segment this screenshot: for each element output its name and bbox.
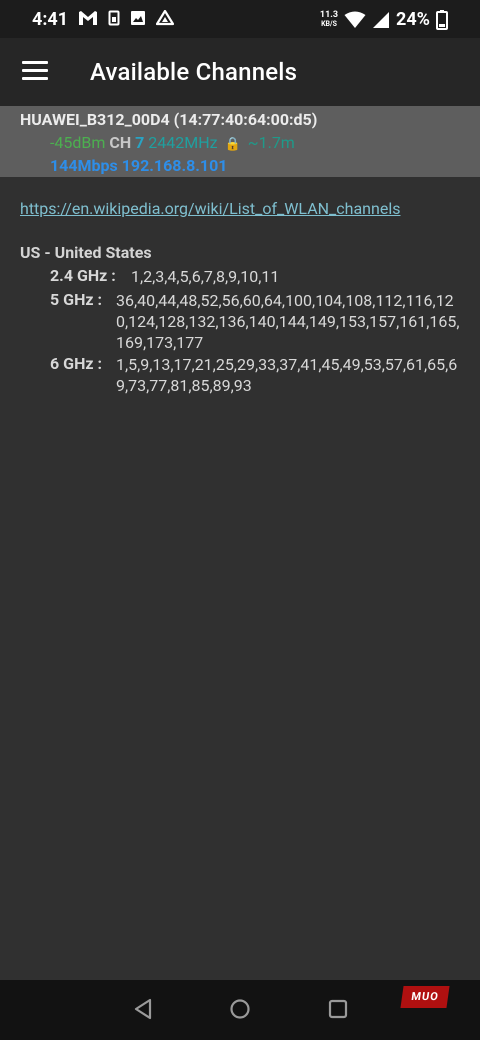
network-ssid: HUAWEI_B312_00D4 (14:77:40:64:00:d5) — [20, 110, 318, 129]
page-title: Available Channels — [90, 58, 298, 86]
sim-icon — [108, 10, 120, 26]
frequency: 2442MHz — [148, 133, 218, 152]
system-nav-bar: MUO — [0, 980, 480, 1040]
cell-signal-icon — [373, 11, 390, 28]
network-list-item[interactable]: HUAWEI_B312_00D4 (14:77:40:64:00:d5) -45… — [0, 106, 480, 177]
band-channels: 1,5,9,13,17,21,25,29,33,37,41,45,49,53,5… — [116, 355, 458, 395]
band-row-5ghz: 5 GHz : 36,40,44,48,52,56,60,64,100,104,… — [50, 290, 462, 354]
status-icons: 11.3 KB/S 24% — [320, 9, 448, 30]
battery-icon — [436, 9, 448, 30]
band-label: 5 GHz : — [50, 290, 102, 309]
gallery-icon — [131, 11, 145, 25]
band-label: 2.4 GHz : — [50, 266, 116, 285]
network-details: -45dBm CH 7 2442MHz 🔒 ~1.7m — [50, 133, 295, 152]
band-row-2-4ghz: 2.4 GHz : 1,2,3,4,5,6,7,8,9,10,11 — [50, 266, 450, 288]
country-name: US - United States — [20, 243, 152, 262]
network-connection: 144Mbps 192.168.8.101 — [50, 156, 227, 175]
watermark-logo: MUO — [400, 986, 450, 1008]
home-icon[interactable] — [229, 998, 251, 1020]
band-channels: 36,40,44,48,52,56,60,64,100,104,108,112,… — [116, 291, 460, 352]
lock-icon: 🔒 — [224, 137, 241, 152]
battery-percent: 24% — [396, 9, 430, 30]
clock: 4:41 — [32, 9, 69, 30]
band-label: 6 GHz : — [50, 354, 102, 373]
recents-icon[interactable] — [327, 998, 349, 1020]
ip-address: 192.168.8.101 — [121, 156, 228, 175]
distance: ~1.7m — [247, 133, 295, 152]
back-icon[interactable] — [133, 998, 153, 1020]
wifi-icon — [344, 11, 366, 28]
notification-icons — [78, 10, 174, 26]
channel-number: 7 — [135, 133, 145, 152]
status-bar: 4:41 11.3 KB/S 24% — [0, 0, 480, 38]
link-speed: 144Mbps — [50, 156, 118, 175]
band-channels: 1,2,3,4,5,6,7,8,9,10,11 — [131, 267, 280, 286]
app-bar: Available Channels — [0, 38, 480, 106]
band-row-6ghz: 6 GHz : 1,5,9,13,17,21,25,29,33,37,41,45… — [50, 354, 462, 398]
wikipedia-link[interactable]: https://en.wikipedia.org/wiki/List_of_WL… — [20, 199, 400, 218]
network-speed: 11.3 KB/S — [319, 9, 339, 28]
hamburger-menu-icon[interactable] — [22, 61, 48, 83]
gmail-icon — [79, 11, 97, 25]
drive-icon — [156, 10, 174, 26]
signal-strength: -45dBm — [50, 133, 106, 152]
channel-label: CH — [109, 133, 132, 152]
